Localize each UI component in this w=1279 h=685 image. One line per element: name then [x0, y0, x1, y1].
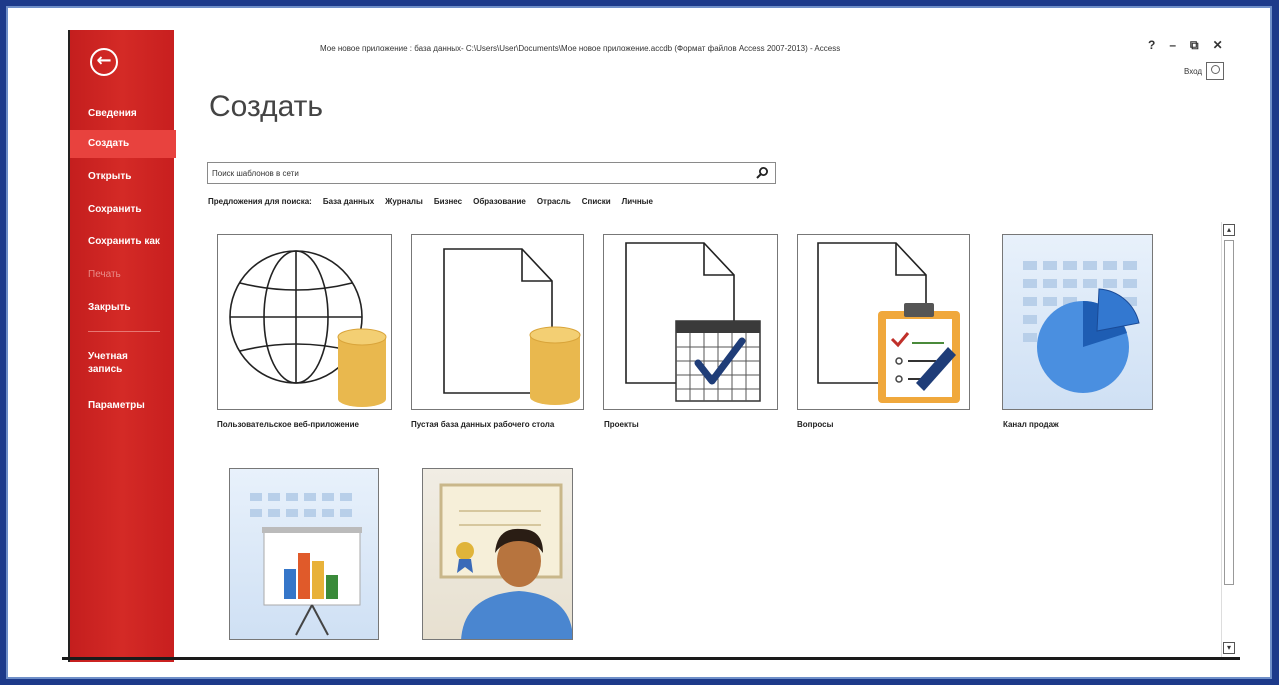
sign-in-label[interactable]: Вход	[1184, 67, 1202, 76]
suggestion-lists[interactable]: Списки	[582, 197, 611, 206]
page-title: Создать	[209, 90, 324, 123]
nav-account[interactable]: Учетная запись	[70, 348, 140, 382]
globe-database-icon	[229, 250, 387, 407]
nav-print: Печать	[88, 269, 121, 280]
backstage-sidebar: ← Сведения Создать Открыть Сохранить Сох…	[68, 30, 176, 662]
nav-info[interactable]: Сведения	[70, 100, 176, 128]
nav-new[interactable]: Создать	[70, 130, 176, 158]
suggestions-label: Предложения для поиска:	[208, 197, 312, 206]
search-icon[interactable]	[755, 166, 769, 180]
calendar-check-icon	[625, 242, 761, 402]
pie-chart-icon	[1023, 261, 1140, 393]
nav-options[interactable]: Параметры	[70, 392, 176, 420]
close-icon[interactable]: ✕	[1213, 38, 1223, 53]
suggestion-business[interactable]: Бизнес	[434, 197, 462, 206]
search-suggestions: Предложения для поиска: База данных Журн…	[208, 197, 653, 206]
template-tile-sales-pipeline[interactable]	[1002, 234, 1153, 410]
template-search-box[interactable]	[207, 162, 776, 184]
scroll-down-button[interactable]: ▾	[1223, 642, 1235, 654]
minimize-icon[interactable]: –	[1169, 38, 1176, 53]
sign-in-area[interactable]: Вход	[1184, 62, 1225, 80]
help-icon[interactable]: ?	[1148, 38, 1155, 53]
suggestion-education[interactable]: Образование	[473, 197, 526, 206]
vertical-scrollbar[interactable]: ▴ ▾	[1221, 222, 1235, 657]
template-tile-web-app[interactable]	[217, 234, 392, 410]
suggestion-journals[interactable]: Журналы	[385, 197, 423, 206]
nav-open[interactable]: Открыть	[70, 163, 176, 191]
presentation-chart-icon	[250, 493, 362, 636]
template-tile-presentation[interactable]	[229, 468, 379, 640]
template-tile-projects[interactable]	[603, 234, 778, 410]
search-input[interactable]	[208, 163, 738, 184]
scroll-thumb[interactable]	[1224, 240, 1234, 585]
window-bottom-border	[62, 657, 1240, 660]
window-title: Мое новое приложение : база данных- C:\U…	[320, 44, 841, 53]
window-controls: ? – ⧉ ✕	[1148, 38, 1223, 53]
blank-document-database-icon	[443, 248, 581, 405]
suggestion-personal[interactable]: Личные	[622, 197, 653, 206]
template-caption-issues: Вопросы	[797, 420, 834, 429]
scroll-up-button[interactable]: ▴	[1223, 224, 1235, 236]
user-avatar-icon[interactable]	[1206, 62, 1225, 80]
template-tile-certificate[interactable]	[422, 468, 573, 640]
template-tile-issues[interactable]	[797, 234, 970, 410]
clipboard-checklist-icon	[817, 242, 960, 403]
restore-icon[interactable]: ⧉	[1190, 38, 1199, 53]
template-caption-sales-pipeline: Канал продаж	[1003, 420, 1059, 429]
nav-close[interactable]: Закрыть	[70, 294, 176, 322]
template-caption-projects: Проекты	[604, 420, 639, 429]
nav-divider	[88, 331, 160, 332]
certificate-person-icon	[439, 483, 572, 639]
template-caption-blank-desktop-db: Пустая база данных рабочего стола	[411, 420, 555, 429]
template-tile-blank-desktop-db[interactable]	[411, 234, 584, 410]
nav-save[interactable]: Сохранить	[70, 196, 176, 224]
nav-save-as[interactable]: Сохранить как	[70, 228, 176, 256]
suggestion-database[interactable]: База данных	[323, 197, 374, 206]
template-caption-web-app: Пользовательское веб-приложение	[217, 420, 360, 429]
back-arrow-icon[interactable]: ←	[90, 48, 118, 76]
suggestion-industry[interactable]: Отрасль	[537, 197, 571, 206]
